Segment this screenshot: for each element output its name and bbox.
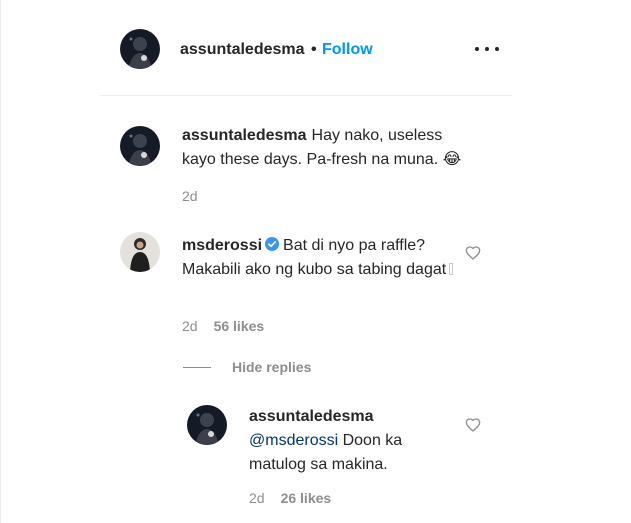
comment-meta: 2d 56 likes	[182, 318, 264, 334]
reply-username[interactable]: assuntaledesma	[249, 405, 444, 429]
comment-text: msderossi Bat di nyo pa raffle? Makabili …	[182, 234, 472, 282]
more-dot	[495, 47, 499, 51]
more-dot	[485, 47, 489, 51]
comment-likes[interactable]: 56 likes	[214, 318, 265, 334]
comment-time[interactable]: 2d	[182, 318, 198, 334]
comment-text: assuntaledesma Hay nako, useless kayo the…	[182, 124, 472, 172]
follow-button[interactable]: Follow	[322, 41, 373, 59]
reply-time[interactable]: 2d	[249, 490, 265, 506]
avatar[interactable]	[120, 29, 160, 69]
more-options-icon[interactable]	[475, 41, 499, 57]
reply-likes[interactable]: 26 likes	[281, 490, 332, 506]
reply-meta: 2d 26 likes	[249, 490, 331, 506]
verified-badge-icon	[265, 237, 280, 251]
reply-mention-link[interactable]: @msderossi	[249, 432, 338, 449]
avatar[interactable]	[120, 126, 160, 166]
more-dot	[475, 47, 479, 51]
comment-meta: 2d	[182, 188, 198, 204]
avatar[interactable]	[187, 405, 227, 445]
post-username[interactable]: assuntaledesma	[180, 41, 305, 59]
left-divider	[0, 0, 1, 523]
comment-time[interactable]: 2d	[182, 188, 198, 204]
comment-username[interactable]: assuntaledesma	[182, 127, 307, 144]
missing-glyph-icon	[449, 263, 454, 275]
comment-username[interactable]: msderossi	[182, 237, 262, 254]
hide-replies-button[interactable]: Hide replies	[232, 359, 311, 375]
reply-text: assuntaledesma @msderossi Doon ka matulog…	[249, 405, 449, 477]
replies-line	[183, 367, 211, 368]
post-header: assuntaledesma • Follow	[100, 0, 512, 96]
avatar[interactable]	[120, 232, 160, 272]
like-heart-icon[interactable]	[465, 245, 481, 261]
separator-dot: •	[311, 41, 317, 58]
like-heart-icon[interactable]	[465, 417, 481, 433]
